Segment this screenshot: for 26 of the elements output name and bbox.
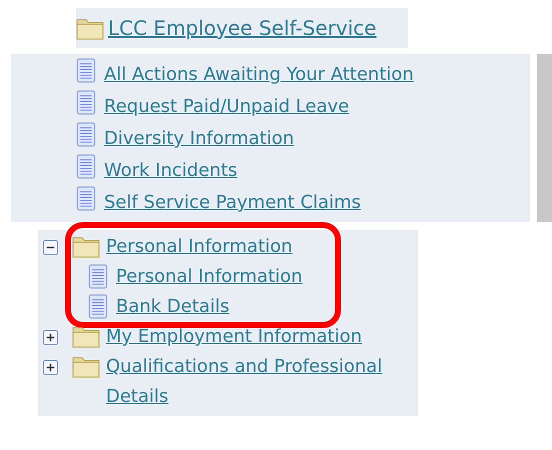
collapse-icon[interactable] (43, 240, 58, 255)
menu-link[interactable]: Diversity Information (104, 128, 294, 149)
header-link[interactable]: LCC Employee Self-Service (108, 13, 376, 43)
tree-link[interactable]: Personal Information (106, 232, 292, 262)
folder-icon (72, 324, 100, 348)
folder-icon (72, 354, 100, 378)
document-icon (76, 122, 96, 147)
tree-link[interactable]: My Employment Information (106, 322, 362, 352)
expand-icon[interactable] (43, 360, 58, 375)
expand-icon[interactable] (43, 330, 58, 345)
folder-icon (76, 16, 104, 40)
document-icon (88, 264, 108, 289)
menu-link[interactable]: Work Incidents (104, 160, 238, 181)
document-icon (76, 58, 96, 83)
tree-link[interactable]: Personal Information (116, 262, 302, 292)
document-icon (76, 154, 96, 179)
tree-link[interactable]: Bank Details (116, 292, 230, 322)
menu-link[interactable]: All Actions Awaiting Your Attention (104, 64, 414, 85)
document-icon (76, 186, 96, 211)
folder-icon (72, 234, 100, 258)
tree-link[interactable]: Qualifications and Professional Details (106, 352, 406, 412)
menu-link[interactable]: Self Service Payment Claims (104, 192, 361, 213)
document-icon (88, 294, 108, 319)
document-icon (76, 90, 96, 115)
menu-link[interactable]: Request Paid/Unpaid Leave (104, 96, 350, 117)
scrollbar[interactable] (537, 54, 552, 222)
